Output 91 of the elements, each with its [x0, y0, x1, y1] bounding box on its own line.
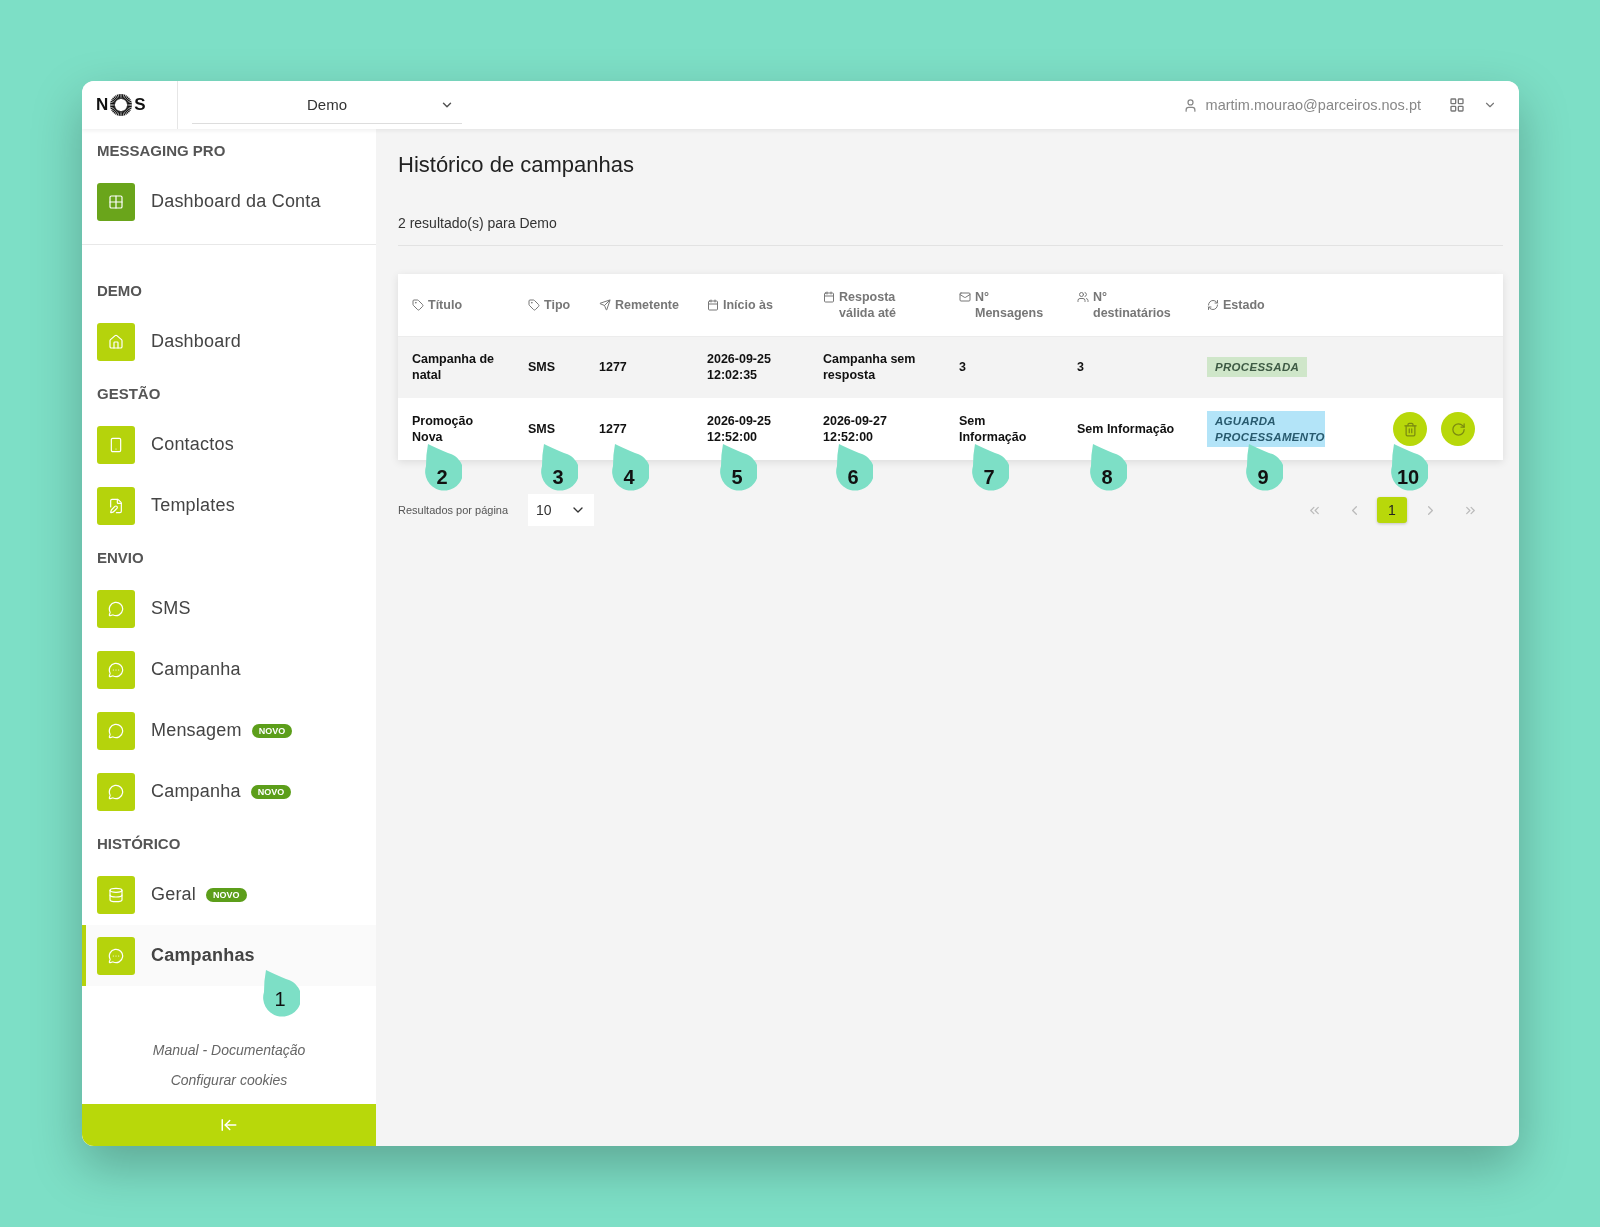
- column-header: Resposta válida até: [839, 288, 897, 321]
- table-cell: 2026-09-25 12:02:35: [693, 336, 809, 398]
- grid-icon: [97, 182, 135, 221]
- page-size-label: Resultados por página: [398, 503, 510, 517]
- delete-button[interactable]: [1393, 412, 1427, 446]
- phone-icon: [97, 425, 135, 464]
- sidebar-item-label: Dashboard: [151, 331, 241, 352]
- column-header: Título: [428, 296, 462, 313]
- callout-marker: 2: [422, 442, 462, 492]
- table-cell: 3: [945, 336, 1063, 398]
- refresh-icon: [1207, 298, 1219, 311]
- sidebar-item-label: Geral: [151, 884, 196, 905]
- chat-bubble-icon: [97, 650, 135, 689]
- sidebar-item[interactable]: SMS: [82, 578, 376, 639]
- column-header: N° destinatários: [1093, 288, 1172, 321]
- logo-letter: N: [96, 95, 109, 115]
- table-cell: 3: [1063, 336, 1193, 398]
- user-icon: [1182, 97, 1198, 113]
- sidebar-item[interactable]: Dashboard da Conta: [82, 171, 376, 232]
- section-title: MESSAGING PRO: [96, 140, 227, 161]
- column-header: Início às: [723, 296, 774, 313]
- sidebar-item[interactable]: Campanha: [82, 639, 376, 700]
- collapse-icon: [220, 1116, 238, 1134]
- footer-link[interactable]: Manual - Documentação: [152, 1042, 306, 1058]
- column-header: Remetente: [615, 296, 679, 313]
- sidebar-item-label: SMS: [151, 598, 191, 619]
- sunburst-icon: [109, 93, 134, 117]
- section-title: DEMO: [96, 280, 143, 301]
- chat-bubble-icon: [97, 589, 135, 628]
- users-icon: [1077, 290, 1089, 303]
- sidebar-item[interactable]: Mensagem NOVO: [82, 700, 376, 761]
- new-badge: NOVO: [251, 723, 293, 738]
- sidebar-item-label: Campanha: [151, 781, 241, 802]
- sidebar-item[interactable]: Dashboard: [82, 311, 376, 372]
- home-icon: [97, 322, 135, 361]
- sidebar-item[interactable]: Campanhas: [82, 925, 376, 986]
- calendar-icon: [823, 290, 835, 303]
- footer-link[interactable]: Configurar cookies: [170, 1072, 288, 1088]
- table-cell: SMS: [514, 336, 585, 398]
- tag-icon: [412, 298, 424, 311]
- sidebar-item-label: Campanha: [151, 659, 241, 680]
- page-size-select[interactable]: 10: [528, 494, 594, 526]
- column-header: Tipo: [544, 296, 571, 313]
- retry-icon: [1450, 421, 1466, 437]
- callout-marker: 5: [717, 442, 757, 492]
- edit-icon: [97, 486, 135, 525]
- sidebar-item[interactable]: Campanha NOVO: [82, 761, 376, 822]
- table-cell: Campanha sem resposta: [809, 336, 945, 398]
- chat-bubble-icon: [97, 936, 135, 975]
- sidebar-item[interactable]: Contactos: [82, 414, 376, 475]
- calendar-icon: [707, 298, 719, 311]
- chat-bubble-icon: [97, 772, 135, 811]
- new-badge: NOVO: [250, 784, 292, 799]
- status-badge: AGUARDA PROCESSAMENTO: [1207, 411, 1325, 447]
- sidebar-item-label: Contactos: [151, 434, 234, 455]
- sidebar-item-label: Campanhas: [151, 945, 255, 966]
- user-email: martim.mourao@parceiros.nos.pt: [1205, 97, 1421, 113]
- callout-marker: 6: [833, 442, 873, 492]
- section-title: HISTÓRICO: [96, 833, 182, 854]
- sidebar-item-label: Dashboard da Conta: [151, 191, 321, 212]
- send-icon: [599, 298, 611, 311]
- retry-button[interactable]: [1441, 412, 1475, 446]
- collapse-sidebar-button[interactable]: [82, 1104, 376, 1146]
- section-title: GESTÃO: [96, 383, 162, 404]
- callout-marker: 3: [538, 442, 578, 492]
- status-badge: PROCESSADA: [1207, 357, 1308, 378]
- callout-marker: 8: [1087, 442, 1127, 492]
- tag-icon: [528, 298, 540, 311]
- callout-marker: 4: [609, 442, 649, 492]
- callout-marker: 1: [260, 968, 300, 1018]
- logo-letter: S: [134, 95, 146, 115]
- sidebar-item-label: Mensagem: [151, 720, 242, 741]
- database-icon: [97, 875, 135, 914]
- sidebar-item[interactable]: Templates: [82, 475, 376, 536]
- callout-marker: 9: [1243, 442, 1283, 492]
- callout-marker: 10: [1388, 442, 1428, 492]
- column-header: N° Mensagens: [975, 288, 1045, 321]
- result-summary: 2 resultado(s) para Demo: [398, 215, 557, 231]
- trash-icon: [1402, 421, 1418, 437]
- page-title: Histórico de campanhas: [398, 151, 635, 179]
- new-badge: NOVO: [206, 887, 247, 902]
- sidebar-item-label: Templates: [151, 495, 235, 516]
- page-button[interactable]: 1: [1377, 497, 1407, 523]
- column-header: Estado: [1223, 296, 1265, 313]
- mail-icon: [959, 290, 971, 303]
- table-cell: Campanha de natal: [398, 336, 514, 398]
- apps-grid-icon[interactable]: [1449, 97, 1465, 113]
- chat-bubble-icon: [97, 711, 135, 750]
- section-title: ENVIO: [96, 547, 145, 568]
- sidebar-item[interactable]: Geral NOVO: [82, 864, 376, 925]
- table-cell: 1277: [585, 336, 693, 398]
